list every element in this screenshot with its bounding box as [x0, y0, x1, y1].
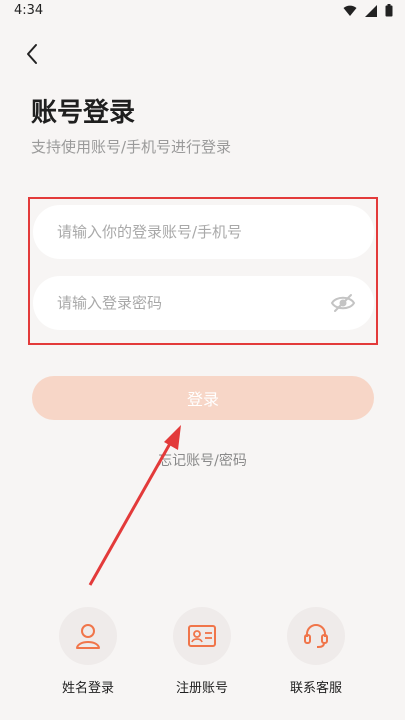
forgot-account-password-link[interactable]: 忘记账号/密码 [0, 450, 405, 470]
support-icon-circle [287, 607, 345, 665]
person-icon [76, 624, 100, 649]
register-account-label: 注册账号 [175, 681, 228, 696]
account-input[interactable] [55, 222, 319, 242]
headset-icon [304, 624, 328, 648]
name-login-option[interactable]: 姓名登录 [43, 607, 133, 696]
status-time: 4:34 [14, 3, 44, 18]
login-button[interactable]: 登录 [32, 376, 374, 420]
eye-off-icon[interactable] [330, 292, 356, 314]
register-account-option[interactable]: 注册账号 [157, 607, 247, 696]
chevron-left-icon [27, 44, 37, 64]
account-field[interactable] [33, 205, 374, 259]
page-title: 账号登录 [31, 98, 136, 128]
password-field[interactable] [33, 276, 374, 330]
register-icon-circle [173, 607, 231, 665]
signal-icon [365, 4, 377, 17]
contact-support-option[interactable]: 联系客服 [271, 607, 361, 696]
password-input[interactable] [55, 293, 319, 313]
page-subtitle: 支持使用账号/手机号进行登录 [31, 138, 232, 156]
back-button[interactable] [14, 38, 50, 70]
status-icons [343, 4, 393, 17]
status-bar: 4:34 [0, 0, 405, 24]
name-login-icon-circle [59, 607, 117, 665]
name-login-label: 姓名登录 [61, 681, 114, 696]
battery-icon [385, 4, 393, 17]
wifi-icon [343, 5, 357, 16]
id-card-icon [188, 625, 216, 647]
contact-support-label: 联系客服 [289, 681, 342, 696]
